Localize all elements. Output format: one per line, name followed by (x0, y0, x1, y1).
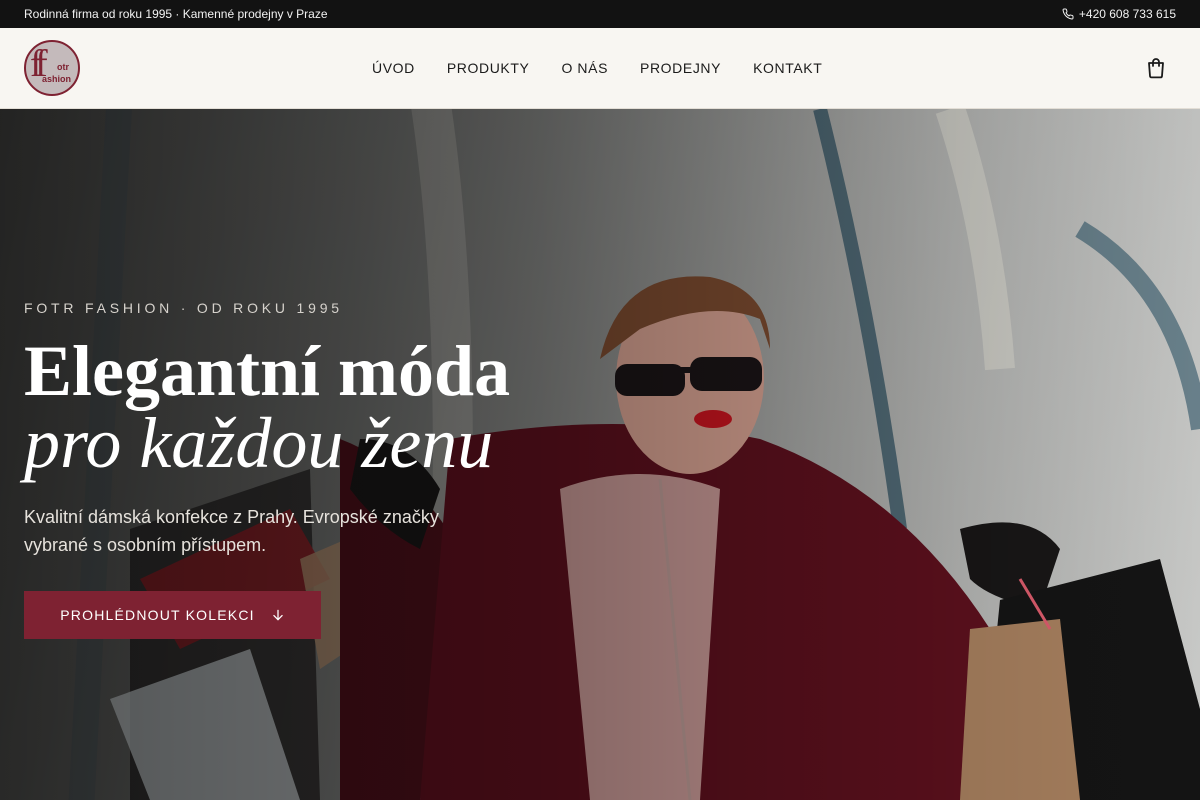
hero-eyebrow: FOTR FASHION · OD ROKU 1995 (24, 300, 343, 316)
hero-section: FOTR FASHION · OD ROKU 1995 Elegantní mó… (0, 109, 1200, 800)
cta-label: PROHLÉDNOUT KOLEKCI (60, 607, 255, 623)
site-header: ff otr ashion ÚVOD PRODUKTY O NÁS PRODEJ… (0, 28, 1200, 109)
cart-button[interactable] (1144, 56, 1168, 80)
top-bar: Rodinná firma od roku 1995 · Kamenné pro… (0, 0, 1200, 28)
phone-icon (1062, 8, 1074, 20)
nav-item-produkty[interactable]: PRODUKTY (447, 58, 530, 78)
nav-item-prodejny[interactable]: PRODEJNY (640, 58, 721, 78)
nav-item-o-nas[interactable]: O NÁS (561, 58, 608, 78)
main-nav: ÚVOD PRODUKTY O NÁS PRODEJNY KONTAKT (372, 58, 822, 78)
hero-title-line2: pro každou ženu (24, 403, 494, 483)
nav-item-kontakt[interactable]: KONTAKT (753, 58, 822, 78)
hero-subtitle: Kvalitní dámská konfekce z Prahy. Evrops… (24, 507, 439, 555)
logo-mark: ff (30, 43, 47, 85)
nav-item-uvod[interactable]: ÚVOD (372, 58, 415, 78)
topbar-phone[interactable]: +420 608 733 615 (1062, 7, 1176, 21)
logo-text-otr: otr (57, 62, 69, 72)
logo[interactable]: ff otr ashion (24, 40, 80, 96)
phone-number[interactable]: +420 608 733 615 (1079, 7, 1176, 21)
shopping-bag-icon (1148, 58, 1164, 79)
hero-title-line1: Elegantní móda (24, 331, 511, 411)
view-collection-button[interactable]: PROHLÉDNOUT KOLEKCI (24, 591, 321, 639)
topbar-tagline: Rodinná firma od roku 1995 · Kamenné pro… (24, 7, 328, 21)
arrow-down-icon (273, 609, 283, 621)
logo-text-ashion: ashion (42, 74, 72, 84)
